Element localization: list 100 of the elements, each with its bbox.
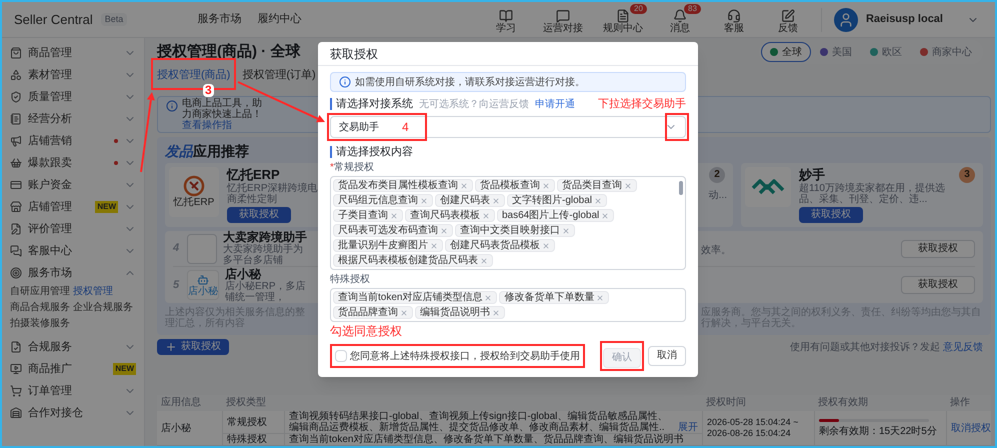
tag[interactable]: 批量识别牛皮癣图片 xyxy=(333,239,443,252)
robot-icon xyxy=(197,274,209,286)
tag[interactable]: 查询中文类目映射接口 xyxy=(455,224,575,237)
tag[interactable]: 文字转图片-global xyxy=(507,194,608,207)
tag[interactable]: 查询尺码表模板 xyxy=(405,209,495,222)
tag[interactable]: 编辑货品说明书 xyxy=(415,306,505,319)
revoke-link[interactable]: 取消授权 xyxy=(951,420,991,436)
close-icon xyxy=(400,308,408,316)
close-icon xyxy=(482,212,490,220)
sidebar-item[interactable]: 服务市场 xyxy=(2,262,144,284)
close-icon xyxy=(542,182,550,190)
toolbar-button[interactable]: 反馈 xyxy=(766,4,809,35)
add-authorization-button[interactable]: 获取授权 xyxy=(157,339,229,355)
tag[interactable]: 创建尺码表货品模板 xyxy=(445,239,555,252)
tag[interactable]: 查询当前token对应店铺类型信息 xyxy=(333,291,498,304)
app-description: 店小秘ERP，多店铺统一管理， xyxy=(225,280,307,302)
toolbar-button[interactable]: 消息 83 xyxy=(658,4,701,35)
sidebar-item[interactable]: 商品推广 NEW xyxy=(2,358,144,380)
region-option[interactable]: 全球 xyxy=(761,42,811,62)
checkbox[interactable] xyxy=(335,350,347,362)
close-icon xyxy=(390,212,398,220)
feedback-link[interactable]: 意见反馈 xyxy=(943,342,983,352)
sidebar-item[interactable]: 经营分析 xyxy=(2,108,144,130)
sidebar-item[interactable]: 客服中心 xyxy=(2,240,144,262)
toolbar-button[interactable]: 运营对接 xyxy=(538,4,587,35)
image-placeholder xyxy=(187,234,217,264)
table-cell: 常规授权 xyxy=(222,411,284,434)
sidebar-item[interactable]: 评价管理 xyxy=(2,218,144,240)
tag[interactable]: 根据尺码表模板创建货品尺码表 xyxy=(333,254,493,267)
emblem-icon xyxy=(183,175,205,197)
toolbar-button[interactable]: 客服 xyxy=(712,4,755,35)
region-option[interactable]: 美国 xyxy=(811,42,861,62)
sidebar-item[interactable]: 质量管理 xyxy=(2,86,144,108)
tag[interactable]: 货品品牌查询 xyxy=(333,306,413,319)
nav-link[interactable]: 服务市场 xyxy=(197,11,242,28)
chat-icon xyxy=(556,9,570,23)
submenu-link[interactable]: 企业合规服务 xyxy=(73,300,136,316)
authorize-button[interactable]: 获取授权 xyxy=(901,276,975,294)
table-cell: 店小秘 xyxy=(157,411,222,446)
tag-input[interactable]: 货品发布类目属性模板查询 货品模板查询 货品类目查询 尺码组元信息查询 创建尺码表 文字转图片-global 子类目查询 查询尺码表模板 bas64图片上传-global 尺码表可选发布码查询 查询中文类目映射接口 批量识别牛皮癣图片 创建尺码表货品模板 根据尺码表模板创建货品尺码表 xyxy=(330,176,686,270)
submenu-link[interactable]: 自研应用管理 xyxy=(10,284,73,300)
sidebar-item[interactable]: 素材管理 xyxy=(2,64,144,86)
sidebar-item[interactable]: 店铺营销 xyxy=(2,130,144,152)
tag[interactable]: 尺码表可选发布码查询 xyxy=(333,224,453,237)
region-option[interactable]: 欧区 xyxy=(861,42,911,62)
submenu-link[interactable]: 拍摄装修服务 xyxy=(10,316,73,332)
scrollbar-thumb[interactable] xyxy=(679,181,683,195)
apply-link[interactable]: 申请开通 xyxy=(535,96,575,112)
shapes-icon xyxy=(10,69,22,81)
submenu-link[interactable]: 授权管理 xyxy=(73,284,136,300)
toolbar-button[interactable]: 学习 xyxy=(484,4,527,35)
expand-link[interactable]: 展开 xyxy=(678,422,698,433)
tag[interactable]: 修改备货单下单数量 xyxy=(499,291,610,304)
sidebar-item[interactable]: 订单管理 xyxy=(2,380,144,402)
close-icon xyxy=(542,242,550,250)
section-heading: 请选择授权内容 xyxy=(330,146,413,158)
authorize-button[interactable]: 获取授权 xyxy=(799,207,863,223)
tag[interactable]: 货品发布类目属性模板查询 xyxy=(333,179,473,192)
tab[interactable]: 授权管理(商品) xyxy=(157,67,230,83)
agreement-text: 您同意将上述特殊授权接口，授权给到交易助手使用 xyxy=(350,350,580,364)
tag[interactable]: 创建尺码表 xyxy=(435,194,505,207)
authorize-button[interactable]: 获取授权 xyxy=(227,207,291,223)
app-description: 动... xyxy=(708,188,728,202)
tag[interactable]: 尺码组元信息查询 xyxy=(333,194,433,207)
count-badge: 83 xyxy=(684,4,701,14)
beta-tag: Beta xyxy=(100,12,128,26)
sidebar-item[interactable]: 合作对接仓 xyxy=(2,402,144,424)
sidebar-item[interactable]: 账户资金 xyxy=(2,174,144,196)
column-header: 应用信息 xyxy=(157,395,222,411)
guide-link[interactable]: 查看操作指 xyxy=(182,120,232,131)
close-icon xyxy=(430,242,438,250)
tag[interactable]: bas64图片上传-global xyxy=(497,209,614,222)
close-icon xyxy=(624,182,632,190)
tag[interactable]: 子类目查询 xyxy=(333,209,403,222)
tag-input[interactable]: 查询当前token对应店铺类型信息 修改备货单下单数量 货品品牌查询 编辑货品说明书 xyxy=(330,288,686,322)
panel-heading: 发品应用推荐 xyxy=(165,143,249,159)
avatar[interactable] xyxy=(834,8,858,32)
sidebar-item[interactable]: 店铺管理 NEW xyxy=(2,196,144,218)
tag[interactable]: 货品类目查询 xyxy=(557,179,637,192)
app-name: 妙手 xyxy=(799,167,825,182)
app-description: 效率。 xyxy=(701,244,731,256)
notebook-icon xyxy=(10,113,22,125)
authorize-button[interactable]: 获取授权 xyxy=(901,240,975,258)
sidebar-item[interactable]: 合规服务 xyxy=(2,336,144,358)
logo-text: 店小秘 xyxy=(188,286,218,296)
toolbar-button[interactable]: 规则中心 20 xyxy=(598,4,647,35)
required-mark: * xyxy=(330,162,334,174)
close-icon xyxy=(480,256,488,264)
region-option[interactable]: 商家中心 xyxy=(911,42,981,62)
cancel-button[interactable]: 取消 xyxy=(648,346,686,366)
sidebar-item[interactable]: 商品管理 xyxy=(2,42,144,64)
tab[interactable]: 授权管理(订单) xyxy=(242,67,316,83)
table-cell: 特殊授权 xyxy=(222,434,284,446)
info-text: 如需使用自研系统对接，请联系对接运营进行对接。 xyxy=(355,76,585,90)
tag[interactable]: 货品模板查询 xyxy=(475,179,555,192)
submenu-link[interactable]: 商品合规服务 xyxy=(10,300,73,316)
count-badge: 20 xyxy=(630,4,647,14)
nav-link[interactable]: 履约中心 xyxy=(257,11,302,28)
close-icon xyxy=(460,182,468,190)
sidebar-item[interactable]: 爆款跟卖 xyxy=(2,152,144,174)
